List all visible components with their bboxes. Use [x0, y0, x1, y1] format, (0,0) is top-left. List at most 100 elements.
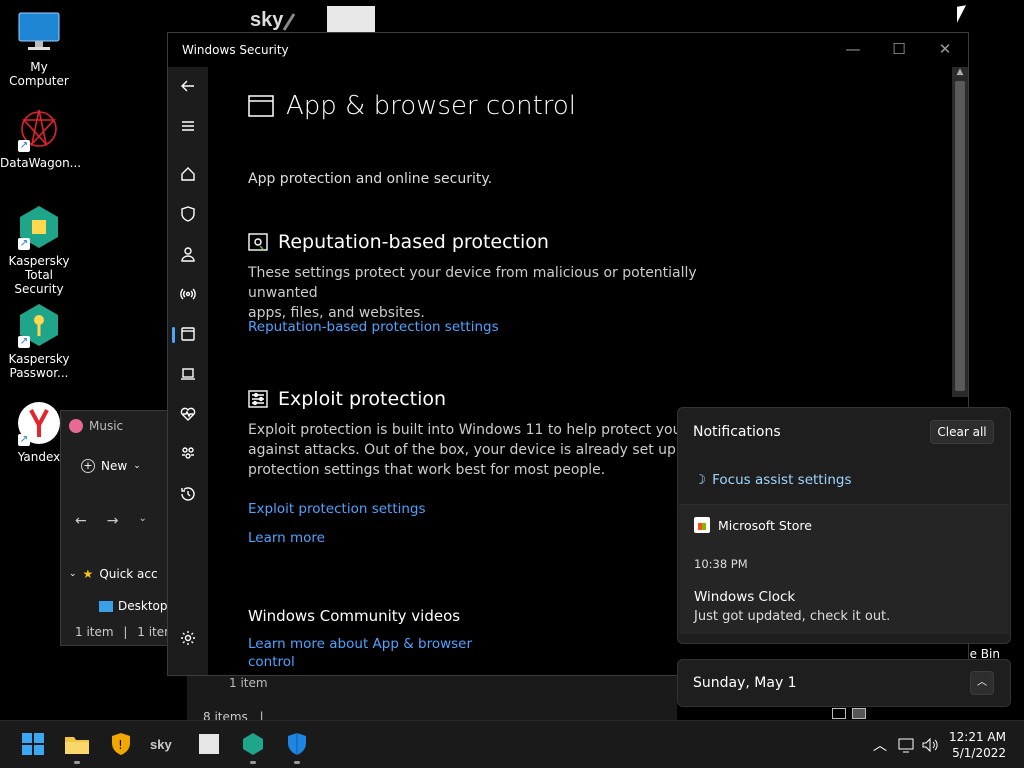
folder-icon [65, 737, 89, 754]
nav-firewall[interactable] [168, 279, 208, 309]
exploit-settings-link[interactable]: Exploit protection settings [248, 501, 426, 517]
nav-settings[interactable] [168, 623, 208, 653]
close-button[interactable]: ✕ [922, 33, 968, 65]
person-icon [181, 247, 195, 262]
exploit-description: Exploit protection is built into Windows… [248, 420, 748, 480]
home-icon [181, 167, 195, 181]
reputation-heading: Reputation-based protection [248, 231, 549, 253]
nav-protection-history[interactable] [168, 479, 208, 509]
notification-app-name: Microsoft Store [718, 517, 812, 533]
exploit-description-line: Exploit protection is built into Windows… [248, 422, 738, 438]
back-button[interactable] [168, 71, 208, 101]
hamburger-icon [182, 121, 194, 131]
new-button[interactable]: + New ⌄ [81, 459, 141, 473]
scrollbar-thumb[interactable] [955, 81, 965, 391]
desktop-icon-kaspersky-total-security[interactable]: ↗ Kaspersky Total Security [0, 204, 78, 296]
music-icon [69, 419, 83, 433]
window-title: Windows Security [182, 43, 289, 57]
nav-app-browser-control[interactable] [168, 319, 208, 349]
shield-warning-icon: ! [112, 733, 130, 755]
monitor-icon [16, 10, 62, 56]
exploit-settings-icon [248, 390, 268, 408]
taskbar-wii-app[interactable] [196, 731, 222, 757]
desktop-icon-datawagon[interactable]: ↗ DataWagon... [0, 106, 81, 170]
desktop-folder-icon [99, 600, 113, 612]
exploit-description-line: protection settings that work best for m… [248, 462, 606, 478]
reputation-settings-link[interactable]: Reputation-based protection settings [248, 319, 499, 335]
desktop-icon-kaspersky-password[interactable]: ↗ Kaspersky Passwor... [0, 302, 78, 380]
view-toggle-icons[interactable] [832, 708, 872, 720]
laptop-icon [181, 368, 195, 380]
shield-icon [181, 206, 195, 222]
nav-device-security[interactable] [168, 359, 208, 389]
quick-access-label: Quick acc [99, 567, 158, 581]
nav-device-health[interactable] [168, 399, 208, 429]
explorer-window-background: Music + New ⌄ ← → ⌄ ⌄ ★ Quick acc Deskto… [60, 410, 176, 646]
taskbar-windows-security[interactable] [284, 731, 310, 764]
scroll-up-arrow-icon[interactable]: ▲ [952, 67, 968, 79]
shortcut-arrow-icon: ↗ [18, 434, 30, 446]
status-item-count: 1 item [229, 676, 268, 690]
notification-body: Just got updated, check it out. [694, 609, 891, 624]
star-icon: ★ [82, 567, 94, 581]
windows-security-shield-icon [288, 733, 306, 755]
taskbar-kaspersky[interactable] [240, 731, 266, 764]
chevron-down-icon: ⌄ [69, 569, 77, 579]
show-hidden-icons-button[interactable]: ︿ [870, 735, 890, 755]
microsoft-store-icon [694, 517, 710, 533]
maximize-button[interactable]: ☐ [876, 33, 922, 65]
taskbar-security-app[interactable]: ! [108, 731, 134, 757]
menu-button[interactable] [168, 111, 208, 141]
volume-icon[interactable] [920, 735, 940, 755]
nav-account-protection[interactable] [168, 239, 208, 269]
community-link-line: Learn more about App & browser [248, 636, 473, 652]
datawagon-logo-icon: ↗ [16, 106, 62, 152]
community-videos-link[interactable]: Learn more about App & browser control [248, 635, 472, 671]
desktop-item[interactable]: Desktop [99, 599, 168, 613]
taskbar-date: 5/1/2022 [952, 746, 1006, 760]
desktop-icon-label: Kaspersky Passwor... [8, 352, 70, 380]
wii-app-icon[interactable] [327, 6, 375, 32]
running-indicator [294, 761, 300, 764]
clear-all-button[interactable]: Clear all [930, 420, 994, 444]
kaspersky-key-icon: ↗ [16, 302, 62, 348]
scrollbar[interactable]: ▲ [952, 67, 968, 397]
notification-title: Windows Clock [694, 589, 796, 605]
sky-app-icon[interactable]: sky [248, 6, 296, 32]
learn-more-link[interactable]: Learn more [248, 530, 325, 546]
nav-virus-protection[interactable] [168, 199, 208, 229]
page-title: App & browser control [248, 91, 576, 121]
focus-assist-label: Focus assist settings [712, 472, 852, 488]
back-arrow-icon[interactable]: ← [75, 513, 87, 529]
chevron-up-icon: ︿ [873, 738, 887, 754]
start-button[interactable] [20, 731, 46, 757]
network-icon[interactable] [897, 735, 917, 755]
taskbar-sky-app[interactable]: sky [150, 731, 176, 757]
chevron-down-icon[interactable]: ⌄ [138, 513, 146, 529]
svg-text:sky: sky [250, 9, 284, 31]
page-subtitle: App protection and online security. [248, 171, 493, 187]
taskbar-file-explorer[interactable] [64, 731, 90, 764]
desktop-icon-label: My Computer [9, 60, 69, 88]
focus-assist-link[interactable]: ☽ Focus assist settings [694, 472, 852, 488]
exploit-heading-text: Exploit protection [278, 388, 447, 410]
desktop-item-label: Desktop [118, 599, 168, 613]
nav-home[interactable] [168, 159, 208, 189]
notification-card[interactable]: Microsoft Store 10:38 PM Windows Clock J… [679, 504, 1009, 634]
forward-arrow-icon[interactable]: → [107, 513, 119, 529]
heart-pulse-icon [180, 407, 196, 421]
gear-icon [181, 631, 195, 645]
minimize-button[interactable]: — [830, 33, 876, 65]
nav-family-options[interactable] [168, 439, 208, 469]
reputation-heading-text: Reputation-based protection [278, 231, 549, 253]
desktop-icon-my-computer[interactable]: My Computer [0, 10, 78, 88]
notification-app: Microsoft Store [694, 517, 812, 533]
taskbar-clock[interactable]: 12:21 AM 5/1/2022 [949, 729, 1006, 761]
wii-icon [199, 734, 219, 754]
windows-logo-icon [22, 733, 44, 755]
expand-calendar-button[interactable]: ︿ [970, 671, 994, 695]
exploit-description-line: against attacks. Out of the box, your de… [248, 442, 711, 458]
status-item-count: 1 item [75, 625, 114, 639]
quick-access-item[interactable]: ⌄ ★ Quick acc [69, 567, 158, 581]
running-indicator [250, 761, 256, 764]
